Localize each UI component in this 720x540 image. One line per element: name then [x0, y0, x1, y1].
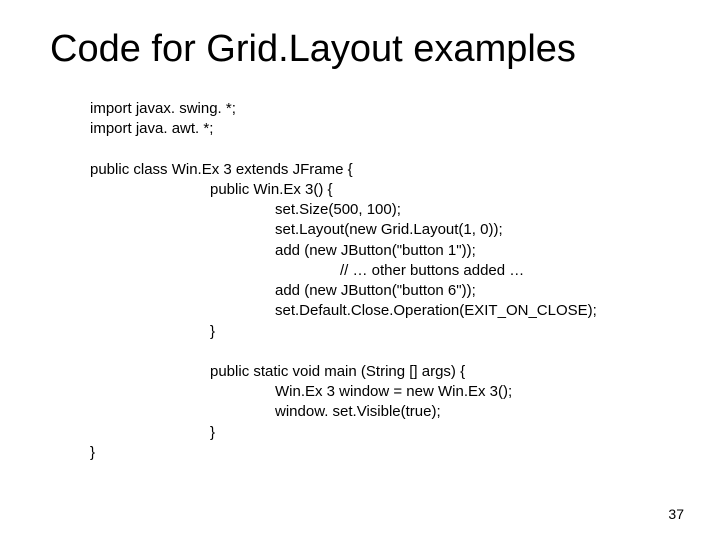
code-line-main-close: } — [90, 423, 670, 443]
slide: Code for Grid.Layout examples import jav… — [0, 0, 720, 540]
code-line-class-decl: public class Win.Ex 3 extends JFrame { — [90, 160, 670, 180]
slide-title: Code for Grid.Layout examples — [50, 28, 670, 71]
code-line-import2: import java. awt. *; — [90, 119, 670, 139]
code-line-class-close: } — [90, 443, 670, 463]
code-line-main-decl: public static void main (String [] args)… — [90, 362, 670, 382]
code-line-setdefault: set.Default.Close.Operation(EXIT_ON_CLOS… — [90, 301, 670, 321]
code-line-ctor-close: } — [90, 322, 670, 342]
code-line-setlayout: set.Layout(new Grid.Layout(1, 0)); — [90, 220, 670, 240]
code-line-ctor-decl: public Win.Ex 3() { — [90, 180, 670, 200]
code-line-add1: add (new JButton("button 1")); — [90, 241, 670, 261]
page-number: 37 — [668, 506, 684, 522]
code-line-setsize: set.Size(500, 100); — [90, 200, 670, 220]
code-line-add6: add (new JButton("button 6")); — [90, 281, 670, 301]
code-block: import javax. swing. *; import java. awt… — [50, 99, 670, 463]
code-line-main2: window. set.Visible(true); — [90, 402, 670, 422]
code-line-import1: import javax. swing. *; — [90, 99, 670, 119]
code-line-main1: Win.Ex 3 window = new Win.Ex 3(); — [90, 382, 670, 402]
code-line-comment: // … other buttons added … — [90, 261, 670, 281]
